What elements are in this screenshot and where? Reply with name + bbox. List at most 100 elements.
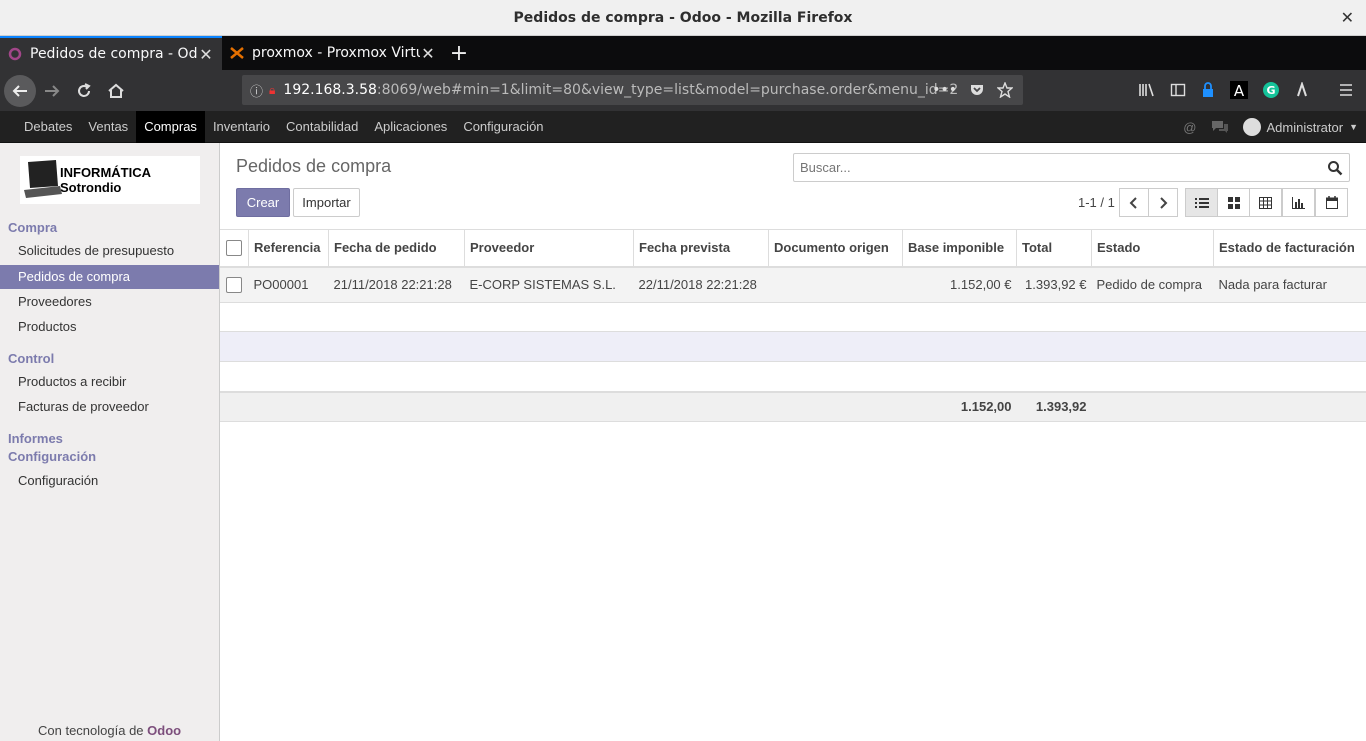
sidebar-item-pedidos[interactable]: Pedidos de compra (0, 265, 219, 289)
svg-text:A: A (1234, 82, 1245, 99)
cell-status: Pedido de compra (1091, 266, 1214, 303)
menu-debates[interactable]: Debates (16, 111, 80, 143)
font-extension-icon[interactable]: A (1230, 81, 1248, 99)
browser-tabbar: Pedidos de compra - Odoo ✕ proxmox - Pro… (0, 36, 1366, 70)
sidebar-item-configuracion[interactable]: Configuración (0, 469, 219, 493)
odoo-link[interactable]: Odoo (147, 723, 181, 738)
tab-close-icon[interactable]: ✕ (420, 44, 436, 63)
cell-reference: PO00001 (248, 266, 329, 303)
site-info-icon[interactable]: ⓘ (250, 81, 263, 100)
empty-row (220, 302, 1366, 332)
list-view-button[interactable] (1185, 188, 1218, 217)
menu-aplicaciones[interactable]: Aplicaciones (366, 111, 455, 143)
total-untaxed-amount: 1.152,00 (902, 391, 1017, 422)
pager-previous-button[interactable] (1119, 188, 1149, 217)
column-header[interactable]: Fecha de pedido (328, 229, 465, 268)
tab-odoo[interactable]: Pedidos de compra - Odoo ✕ (0, 36, 222, 70)
back-button[interactable] (4, 74, 36, 107)
company-logo[interactable]: INFORMÁTICA Sotrondio (20, 156, 200, 204)
menu-configuracion[interactable]: Configuración (455, 111, 551, 143)
sidebar-item-facturas[interactable]: Facturas de proveedor (0, 395, 219, 419)
tab-label: proxmox - Proxmox Virtual Environment (252, 45, 420, 61)
calendar-view-button[interactable] (1315, 188, 1348, 217)
select-all-checkbox[interactable] (226, 240, 242, 257)
forward-arrow-icon (45, 84, 60, 97)
purchase-orders-table: Referencia Fecha de pedido Proveedor Fec… (220, 229, 1366, 422)
bookmark-star-icon[interactable] (997, 82, 1013, 98)
cell-billing-status: Nada para facturar (1213, 266, 1366, 303)
lock-extension-icon[interactable] (1200, 82, 1216, 98)
pager-value[interactable]: 1-1 / 1 (1078, 195, 1115, 210)
tab-proxmox[interactable]: proxmox - Proxmox Virtual Environment ✕ (222, 36, 444, 70)
menu-inventario[interactable]: Inventario (205, 111, 278, 143)
column-header[interactable]: Estado (1091, 229, 1214, 268)
pager-next-button[interactable] (1148, 188, 1178, 217)
main-content: Pedidos de compra Crear Importar 1-1 / 1… (220, 143, 1366, 741)
table-header-row: Referencia Fecha de pedido Proveedor Fec… (220, 229, 1366, 268)
column-header[interactable]: Referencia (248, 229, 329, 268)
powered-by-prefix: Con tecnología de (38, 723, 144, 738)
sidebar-section-control: Control (8, 351, 55, 366)
tab-close-icon[interactable]: ✕ (198, 45, 214, 64)
sidebar-item-productos-recibir[interactable]: Productos a recibir (0, 370, 219, 394)
sidebar-section-informes[interactable]: Informes (8, 431, 63, 446)
sidebar-item-solicitudes[interactable]: Solicitudes de presupuesto (0, 239, 219, 263)
sidebar-section-compra: Compra (8, 220, 58, 235)
graph-view-button[interactable] (1282, 188, 1315, 217)
create-button[interactable]: Crear (236, 188, 290, 217)
logo-text: INFORMÁTICA Sotrondio (60, 165, 151, 195)
column-header[interactable]: Total (1016, 229, 1092, 268)
cell-vendor: E-CORP SISTEMAS S.L. (464, 266, 634, 303)
sidebar-item-productos[interactable]: Productos (0, 315, 219, 339)
mentions-icon[interactable]: @ (1183, 120, 1196, 135)
empty-row (220, 331, 1366, 362)
forward-button[interactable] (36, 75, 68, 107)
sidebar-item-proveedores[interactable]: Proveedores (0, 290, 219, 314)
dark-extension-icon[interactable] (1294, 82, 1310, 98)
column-header[interactable]: Proveedor (464, 229, 634, 268)
reload-icon (78, 82, 91, 97)
row-checkbox[interactable] (226, 277, 242, 294)
pivot-view-button[interactable] (1249, 188, 1282, 217)
sidebar-toggle-icon[interactable] (1170, 82, 1186, 98)
sidebar: INFORMÁTICA Sotrondio Compra Solicitudes… (0, 143, 220, 741)
chat-icon[interactable] (1211, 120, 1229, 134)
column-header[interactable]: Fecha prevista (633, 229, 769, 268)
search-box[interactable] (793, 153, 1350, 182)
page-actions-icon[interactable]: ••• (932, 82, 957, 98)
kanban-view-button[interactable] (1217, 188, 1250, 217)
proxmox-favicon-icon (230, 47, 244, 59)
totals-row: 1.152,00 1.393,92 (220, 391, 1366, 422)
url-bar[interactable]: ⓘ 🔒︎ 192.168.3.58:8069/web#min=1&limit=8… (242, 75, 1023, 105)
new-tab-button[interactable]: + (444, 36, 474, 70)
close-window-icon[interactable]: ✕ (1341, 8, 1354, 27)
list-icon (1194, 197, 1209, 208)
window-title: Pedidos de compra - Odoo - Mozilla Firef… (513, 9, 853, 26)
menu-compras[interactable]: Compras (136, 110, 205, 143)
tab-label: Pedidos de compra - Odoo (30, 46, 198, 62)
cell-total: 1.393,92 € (1016, 266, 1092, 303)
pocket-icon[interactable] (969, 82, 985, 98)
home-icon (108, 83, 124, 98)
library-icon[interactable] (1138, 82, 1156, 98)
svg-text:G: G (1266, 84, 1275, 97)
import-button[interactable]: Importar (293, 188, 360, 217)
hamburger-menu-icon[interactable] (1338, 82, 1354, 98)
menu-ventas[interactable]: Ventas (80, 111, 136, 143)
home-button[interactable] (100, 75, 132, 107)
grammarly-icon[interactable]: G (1262, 81, 1280, 99)
search-icon[interactable] (1327, 160, 1343, 176)
user-menu[interactable]: Administrator ▼ (1242, 118, 1358, 136)
laptop-icon (24, 160, 62, 198)
column-header[interactable]: Base imponible (902, 229, 1017, 268)
search-input[interactable] (800, 160, 1327, 175)
menu-contabilidad[interactable]: Contabilidad (278, 111, 366, 143)
avatar (1242, 118, 1261, 136)
table-row[interactable]: PO00001 21/11/2018 22:21:28 E-CORP SISTE… (220, 266, 1366, 303)
reload-button[interactable] (68, 75, 100, 107)
column-header[interactable]: Documento origen (768, 229, 903, 268)
column-header[interactable]: Estado de facturación (1213, 229, 1366, 268)
powered-by: Con tecnología de Odoo (38, 723, 181, 738)
sidebar-section-configuracion: Configuración (8, 449, 97, 464)
chevron-left-icon (1129, 196, 1137, 209)
